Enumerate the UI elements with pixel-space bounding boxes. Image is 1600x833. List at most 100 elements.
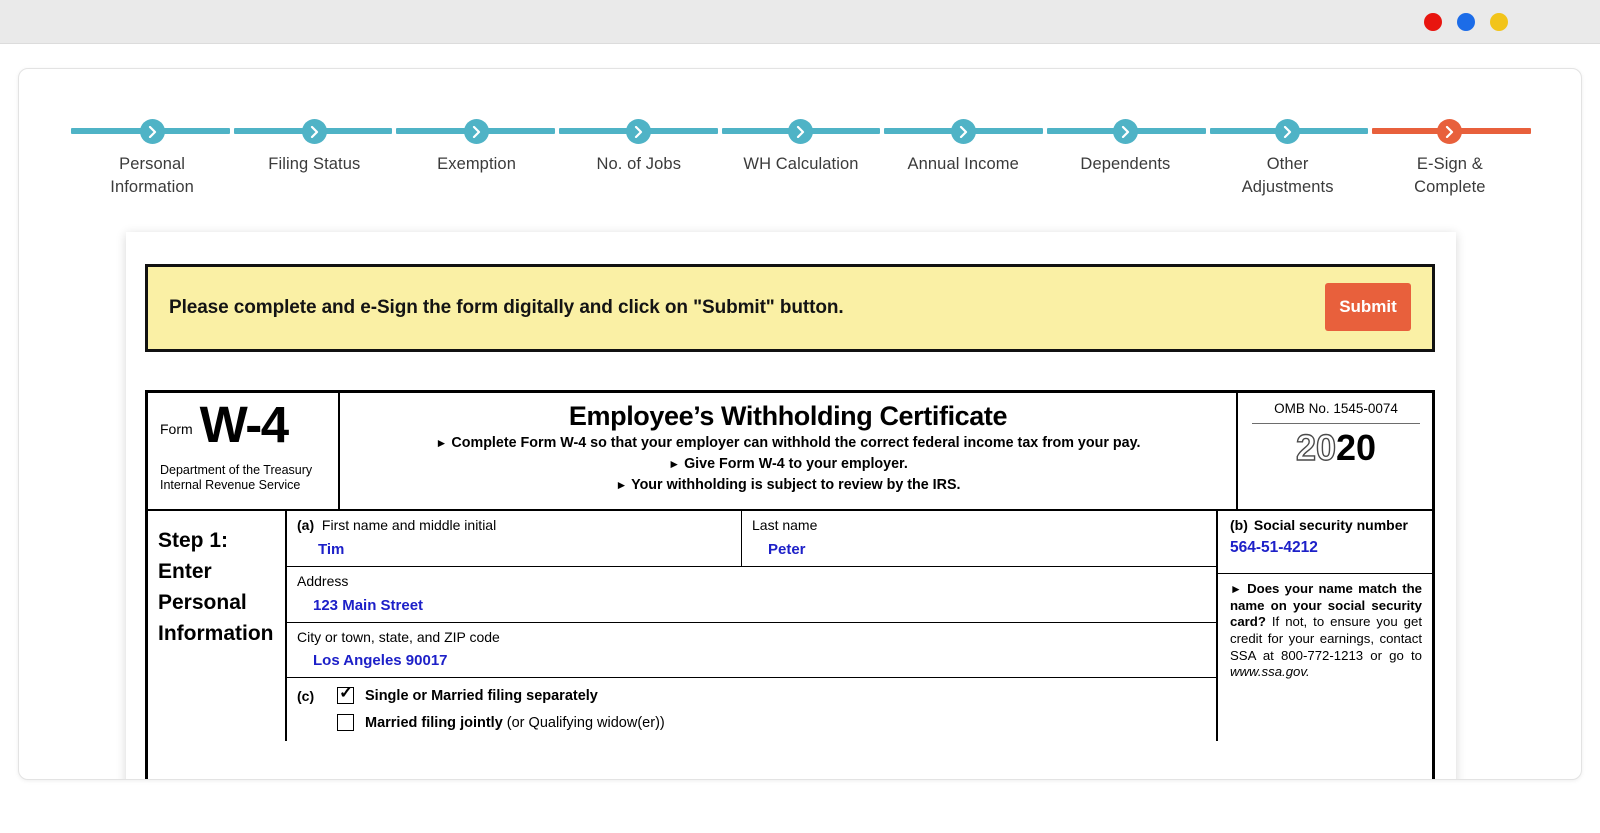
step-label: No. of Jobs [596, 153, 681, 176]
chevron-right-icon [1437, 119, 1462, 144]
step-label: Exemption [437, 153, 516, 176]
submit-button[interactable]: Submit [1325, 283, 1411, 331]
last-name-value: Peter [768, 541, 1208, 558]
step-label: WH Calculation [743, 153, 858, 176]
triangle-icon: ► [1230, 582, 1242, 596]
city-label: City or town, state, and ZIP code [297, 629, 1208, 646]
ssn-value: 564-51-4212 [1230, 539, 1424, 557]
step-label: E-Sign & Complete [1414, 153, 1485, 199]
notice-banner: Please complete and e-Sign the form digi… [145, 264, 1435, 352]
checkbox-joint-icon[interactable] [337, 714, 354, 731]
chevron-right-icon [1113, 119, 1138, 144]
w4-form: Form W-4 Department of the Treasury Inte… [145, 390, 1435, 780]
step-wh-calculation[interactable]: WH Calculation [720, 119, 882, 209]
step-personal-information[interactable]: Personal Information [71, 119, 233, 209]
chevron-right-icon [302, 119, 327, 144]
close-dot[interactable] [1424, 13, 1442, 31]
maximize-dot[interactable] [1490, 13, 1508, 31]
stepper-nodes: Personal Information Filing Status Exemp… [71, 119, 1531, 209]
chevron-right-icon [951, 119, 976, 144]
w4-title: Employee’s Withholding Certificate [348, 401, 1228, 432]
notice-message: Please complete and e-Sign the form digi… [169, 297, 844, 319]
last-name-field[interactable]: Last name Peter [742, 511, 1216, 566]
triangle-icon: ► [615, 478, 627, 492]
w4-step1: Step 1: Enter Personal Information (a) F… [148, 511, 1432, 741]
w4-title-block: Employee’s Withholding Certificate ► Com… [340, 393, 1236, 509]
chevron-right-icon [140, 119, 165, 144]
w4-bullet-3: ► Your withholding is subject to review … [348, 476, 1228, 495]
triangle-icon: ► [668, 457, 680, 471]
ssn-note: ► Does your name match the name on your … [1218, 574, 1432, 687]
checkbox-single-icon[interactable] [337, 687, 354, 704]
w4-omb-block: OMB No. 1545-0074 2020 [1236, 393, 1432, 509]
w4-form-identity: Form W-4 Department of the Treasury Inte… [148, 393, 340, 509]
first-name-tag: (a) [297, 517, 314, 533]
city-value: Los Angeles 90017 [313, 652, 1208, 669]
filing-status-label-suffix: (or Qualifying widow(er)) [503, 715, 665, 731]
document-panel: Please complete and e-Sign the form digi… [126, 232, 1456, 780]
step-esign-complete[interactable]: E-Sign & Complete [1369, 119, 1531, 209]
address-value: 123 Main Street [313, 597, 1208, 614]
step-no-of-jobs[interactable]: No. of Jobs [558, 119, 720, 209]
w4-bullet-1: ► Complete Form W-4 so that your employe… [348, 434, 1228, 453]
step1-title: Step 1: Enter Personal Information [148, 511, 287, 741]
minimize-dot[interactable] [1457, 13, 1475, 31]
chevron-right-icon [1275, 119, 1300, 144]
tax-year-suffix: 20 [1336, 427, 1376, 468]
ssn-note-link[interactable]: www.ssa.gov. [1230, 664, 1310, 679]
progress-stepper: Personal Information Filing Status Exemp… [71, 119, 1531, 209]
step1-fields: (a) First name and middle initial Tim La… [287, 511, 1216, 741]
form-number: W-4 [200, 404, 288, 446]
last-name-label: Last name [752, 517, 1208, 534]
step-filing-status[interactable]: Filing Status [233, 119, 395, 209]
w4-bullet-text: Your withholding is subject to review by… [631, 477, 960, 493]
chevron-right-icon [464, 119, 489, 144]
step-other-adjustments[interactable]: Other Adjustments [1207, 119, 1369, 209]
step-label: Annual Income [908, 153, 1019, 176]
first-name-field[interactable]: (a) First name and middle initial Tim [287, 511, 742, 566]
ssn-tag: (b) [1230, 517, 1248, 533]
tax-year-prefix: 20 [1296, 427, 1336, 468]
w4-bullet-text: Give Form W-4 to your employer. [684, 456, 908, 472]
step-exemption[interactable]: Exemption [395, 119, 557, 209]
divider [1252, 423, 1420, 424]
triangle-icon: ► [436, 436, 448, 450]
w4-bullet-2: ► Give Form W-4 to your employer. [348, 455, 1228, 474]
chevron-right-icon [626, 119, 651, 144]
address-label: Address [297, 573, 1208, 590]
address-field[interactable]: Address 123 Main Street [287, 567, 1216, 622]
step-label: Dependents [1080, 153, 1170, 176]
chevron-right-icon [788, 119, 813, 144]
ssn-field[interactable]: (b) Social security number 564-51-4212 [1218, 511, 1432, 574]
first-name-label: First name and middle initial [322, 517, 496, 533]
step-label: Personal Information [110, 153, 194, 199]
city-field[interactable]: City or town, state, and ZIP code Los An… [287, 623, 1216, 678]
filing-status-group: (c) Single or Married filing separately … [287, 678, 1216, 731]
filing-status-label-main: Married filing jointly [365, 715, 503, 731]
filing-status-label: Single or Married filing separately [365, 688, 598, 704]
department-line-2: Internal Revenue Service [160, 478, 328, 493]
filing-status-label: Married filing jointly (or Qualifying wi… [365, 715, 665, 731]
department-line-1: Department of the Treasury [160, 463, 328, 478]
city-row: City or town, state, and ZIP code Los An… [287, 623, 1216, 679]
step-label: Other Adjustments [1242, 153, 1334, 199]
ssn-label: Social security number [1254, 517, 1408, 533]
ssn-column: (b) Social security number 564-51-4212 ► … [1216, 511, 1432, 741]
page-card: Personal Information Filing Status Exemp… [18, 68, 1582, 780]
first-name-value: Tim [318, 541, 733, 558]
name-row: (a) First name and middle initial Tim La… [287, 511, 1216, 567]
step-label: Filing Status [268, 153, 360, 176]
step-annual-income[interactable]: Annual Income [882, 119, 1044, 209]
step-dependents[interactable]: Dependents [1044, 119, 1206, 209]
filing-status-option-joint[interactable]: Married filing jointly (or Qualifying wi… [297, 714, 1208, 731]
tax-year: 2020 [1250, 430, 1422, 466]
form-word-label: Form [160, 421, 193, 437]
w4-header: Form W-4 Department of the Treasury Inte… [148, 393, 1432, 511]
browser-title-bar [0, 0, 1600, 44]
omb-number: OMB No. 1545-0074 [1250, 401, 1422, 416]
window-controls [1424, 13, 1508, 31]
filing-status-tag: (c) [297, 688, 337, 704]
address-row: Address 123 Main Street [287, 567, 1216, 623]
w4-bullet-text: Complete Form W-4 so that your employer … [451, 435, 1140, 451]
filing-status-option-single[interactable]: (c) Single or Married filing separately [297, 687, 1208, 704]
